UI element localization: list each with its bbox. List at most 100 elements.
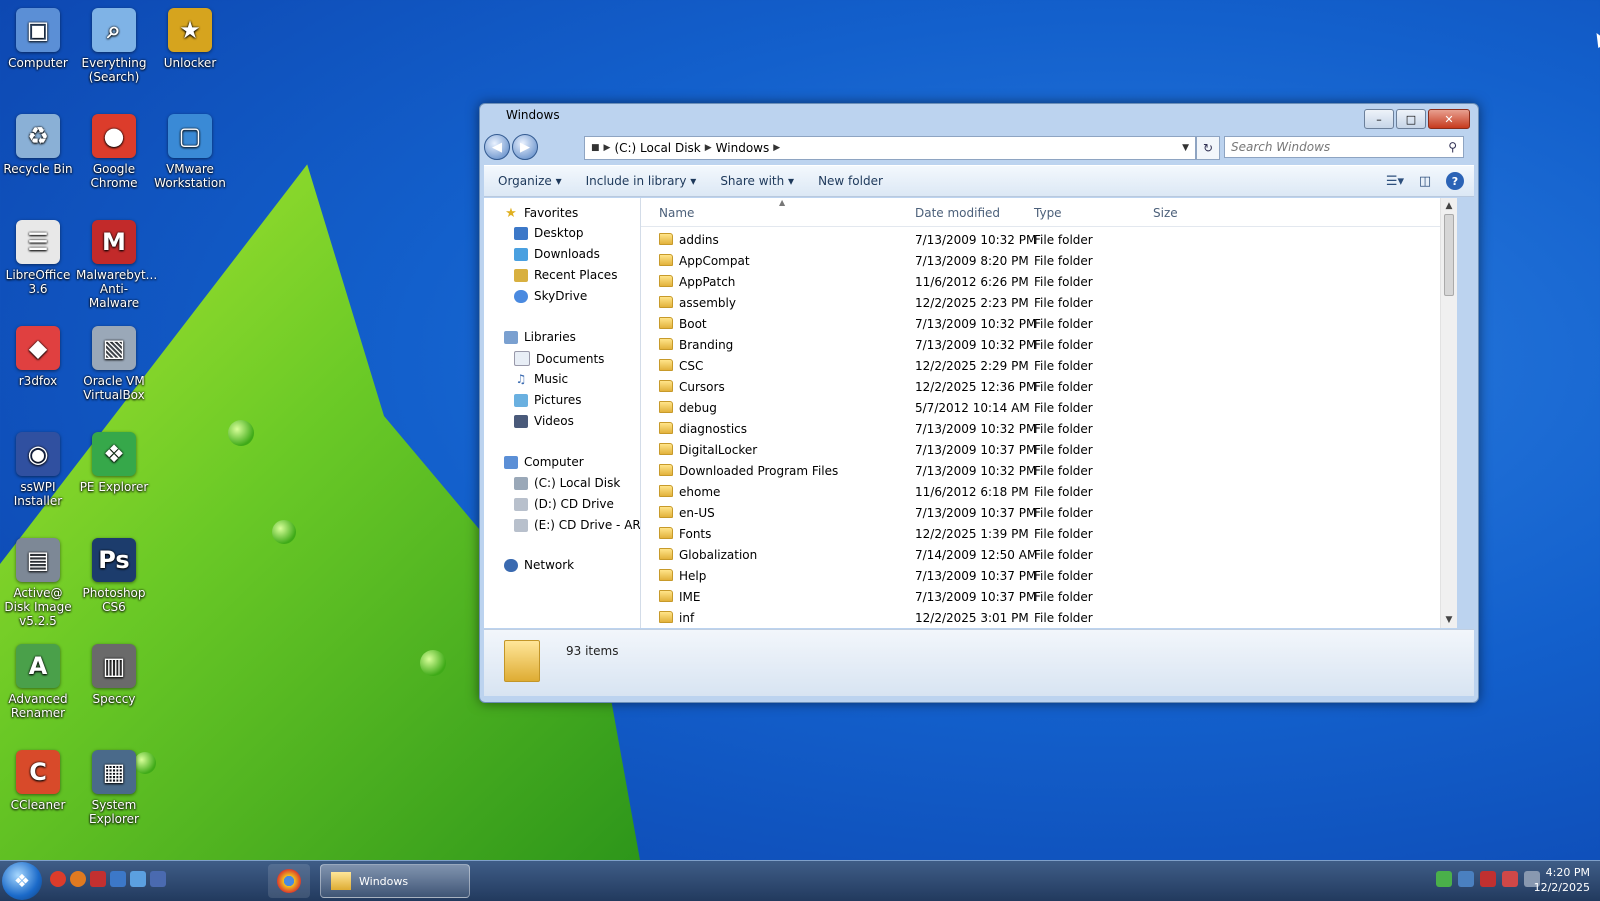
back-arrow-icon: ◀: [492, 139, 502, 155]
nav-network[interactable]: Network: [504, 558, 574, 572]
file-row[interactable]: ehome 11/6/2012 6:18 PM File folder: [641, 482, 1457, 503]
minimize-button[interactable]: –: [1364, 109, 1394, 129]
quicklaunch-explorer-icon[interactable]: [110, 871, 126, 887]
file-row[interactable]: AppCompat 7/13/2009 8:20 PM File folder: [641, 251, 1457, 272]
desktop-icon-system-explorer[interactable]: ▦ System Explorer: [76, 750, 152, 826]
file-row[interactable]: Globalization 7/14/2009 12:50 AM File fold…: [641, 545, 1457, 566]
nav-desktop[interactable]: Desktop: [514, 226, 584, 240]
back-button[interactable]: ◀: [484, 134, 510, 160]
taskbar-explorer-button[interactable]: Windows: [320, 864, 470, 898]
desktop-icon-recycle-bin[interactable]: ♻ Recycle Bin: [0, 114, 76, 176]
tray-flag-icon[interactable]: [1502, 871, 1518, 887]
address-bar[interactable]: ■ ▶ (C:) Local Disk ▶ Windows ▶ ▼: [584, 136, 1196, 160]
search-icon[interactable]: ⚲: [1448, 140, 1457, 154]
vertical-scrollbar[interactable]: ▲ ▼: [1440, 198, 1457, 628]
quicklaunch-desktop-icon[interactable]: [130, 871, 146, 887]
quicklaunch-chrome-icon[interactable]: [50, 871, 66, 887]
nav-documents[interactable]: Documents: [514, 351, 604, 366]
desktop-icon-vmware[interactable]: ▢ VMware Workstation: [152, 114, 228, 190]
start-button[interactable]: ❖: [2, 862, 42, 900]
file-row[interactable]: AppPatch 11/6/2012 6:26 PM File folder: [641, 272, 1457, 293]
address-dropdown-icon[interactable]: ▼: [1182, 143, 1189, 153]
file-row[interactable]: debug 5/7/2012 10:14 AM File folder: [641, 398, 1457, 419]
view-options-icon[interactable]: ☰▾: [1386, 172, 1404, 190]
taskbar-chrome-button[interactable]: [268, 864, 310, 898]
desktop-icon-computer[interactable]: ▣ Computer: [0, 8, 76, 70]
desktop-icon-malwarebytes[interactable]: M Malwarebyt... Anti-Malware: [76, 220, 157, 310]
nav-libraries[interactable]: Libraries: [504, 330, 576, 344]
nav-downloads[interactable]: Downloads: [514, 247, 600, 261]
title-bar[interactable]: Windows – □ ✕: [480, 104, 1478, 132]
preview-pane-icon[interactable]: ◫: [1416, 172, 1434, 190]
close-button[interactable]: ✕: [1428, 109, 1470, 129]
tray-monitor-icon[interactable]: [1458, 871, 1474, 887]
column-name[interactable]: Name: [659, 206, 694, 220]
chevron-right-icon[interactable]: ▶: [604, 143, 611, 153]
search-input[interactable]: Search Windows ⚲: [1224, 136, 1464, 158]
include-in-library-button[interactable]: Include in library ▾: [586, 174, 697, 188]
desktop-icon-libreoffice[interactable]: ☰ LibreOffice 3.6: [0, 220, 76, 296]
file-row[interactable]: addins 7/13/2009 10:32 PM File folder: [641, 230, 1457, 251]
nav-skydrive[interactable]: SkyDrive: [514, 289, 587, 303]
file-row[interactable]: inf 12/2/2025 3:01 PM File folder: [641, 608, 1457, 628]
file-row[interactable]: Fonts 12/2/2025 1:39 PM File folder: [641, 524, 1457, 545]
desktop-icon-photoshop[interactable]: Ps Photoshop CS6: [76, 538, 152, 614]
desktop-icon-virtualbox[interactable]: ▧ Oracle VM VirtualBox: [76, 326, 152, 402]
quicklaunch-display-icon[interactable]: [150, 871, 166, 887]
column-date-modified[interactable]: Date modified: [915, 206, 1000, 220]
file-type: File folder: [1034, 296, 1093, 310]
nav-recent-places[interactable]: Recent Places: [514, 268, 617, 282]
nav-drive-d[interactable]: (D:) CD Drive: [514, 497, 614, 511]
column-type[interactable]: Type: [1034, 206, 1062, 220]
desktop-icon-pe-explorer[interactable]: ❖ PE Explorer: [76, 432, 152, 494]
file-row[interactable]: Branding 7/13/2009 10:32 PM File folder: [641, 335, 1457, 356]
nav-videos[interactable]: Videos: [514, 414, 574, 428]
help-icon[interactable]: ?: [1446, 172, 1464, 190]
tray-network-icon[interactable]: [1436, 871, 1452, 887]
scroll-down-icon[interactable]: ▼: [1441, 612, 1457, 628]
nav-computer[interactable]: Computer: [504, 455, 584, 469]
file-row[interactable]: Downloaded Program Files 7/13/2009 10:32 …: [641, 461, 1457, 482]
desktop-icon-unlocker[interactable]: ★ Unlocker: [152, 8, 228, 70]
file-row[interactable]: Help 7/13/2009 10:37 PM File folder: [641, 566, 1457, 587]
column-size[interactable]: Size: [1153, 206, 1178, 220]
file-row[interactable]: Cursors 12/2/2025 12:36 PM File folder: [641, 377, 1457, 398]
desktop-icon-active-disk-image[interactable]: ▤ Active@ Disk Image v5.2.5: [0, 538, 76, 628]
breadcrumb-local-disk[interactable]: (C:) Local Disk: [610, 141, 704, 155]
quicklaunch-firefox-icon[interactable]: [70, 871, 86, 887]
quicklaunch-media-icon[interactable]: [90, 871, 106, 887]
refresh-button[interactable]: ↻: [1196, 136, 1220, 160]
share-with-button[interactable]: Share with ▾: [720, 174, 794, 188]
desktop-icon-ccleaner[interactable]: C CCleaner: [0, 750, 76, 812]
desktop-icon-chrome[interactable]: ● Google Chrome: [76, 114, 152, 190]
file-row[interactable]: CSC 12/2/2025 2:29 PM File folder: [641, 356, 1457, 377]
chevron-right-icon[interactable]: ▶: [773, 143, 780, 153]
desktop-icon-sswpi[interactable]: ◉ ssWPI Installer: [0, 432, 76, 508]
nav-drive-c[interactable]: (C:) Local Disk: [514, 476, 620, 490]
system-clock[interactable]: 4:20 PM 12/2/2025: [1534, 865, 1590, 895]
maximize-button[interactable]: □: [1396, 109, 1426, 129]
chevron-right-icon[interactable]: ▶: [705, 143, 712, 153]
new-folder-button[interactable]: New folder: [818, 174, 883, 188]
desktop-icon-speccy[interactable]: ▥ Speccy: [76, 644, 152, 706]
nav-music[interactable]: ♫ Music: [514, 372, 569, 386]
file-row[interactable]: assembly 12/2/2025 2:23 PM File folder: [641, 293, 1457, 314]
tray-security-icon[interactable]: [1480, 871, 1496, 887]
scroll-up-icon[interactable]: ▲: [1441, 198, 1457, 214]
nav-drive-e[interactable]: (E:) CD Drive - ARCH: [514, 518, 640, 532]
desktop-icon-advanced-renamer[interactable]: A Advanced Renamer: [0, 644, 76, 720]
file-row[interactable]: diagnostics 7/13/2009 10:32 PM File folder: [641, 419, 1457, 440]
file-row[interactable]: Boot 7/13/2009 10:32 PM File folder: [641, 314, 1457, 335]
file-row[interactable]: en-US 7/13/2009 10:37 PM File folder: [641, 503, 1457, 524]
organize-button[interactable]: Organize ▾: [498, 174, 562, 188]
desktop-icon-r3dfox[interactable]: ◆ r3dfox: [0, 326, 76, 388]
nav-favorites[interactable]: ★ Favorites: [504, 206, 578, 221]
file-row[interactable]: IME 7/13/2009 10:37 PM File folder: [641, 587, 1457, 608]
nav-pictures[interactable]: Pictures: [514, 393, 582, 407]
file-row[interactable]: DigitalLocker 7/13/2009 10:37 PM File fold…: [641, 440, 1457, 461]
scroll-thumb[interactable]: [1444, 214, 1454, 296]
desktop-icon-everything[interactable]: ⌕ Everything (Search): [76, 8, 152, 84]
breadcrumb-windows[interactable]: Windows: [712, 141, 774, 155]
folder-icon: [659, 233, 673, 245]
forward-button[interactable]: ▶: [512, 134, 538, 160]
